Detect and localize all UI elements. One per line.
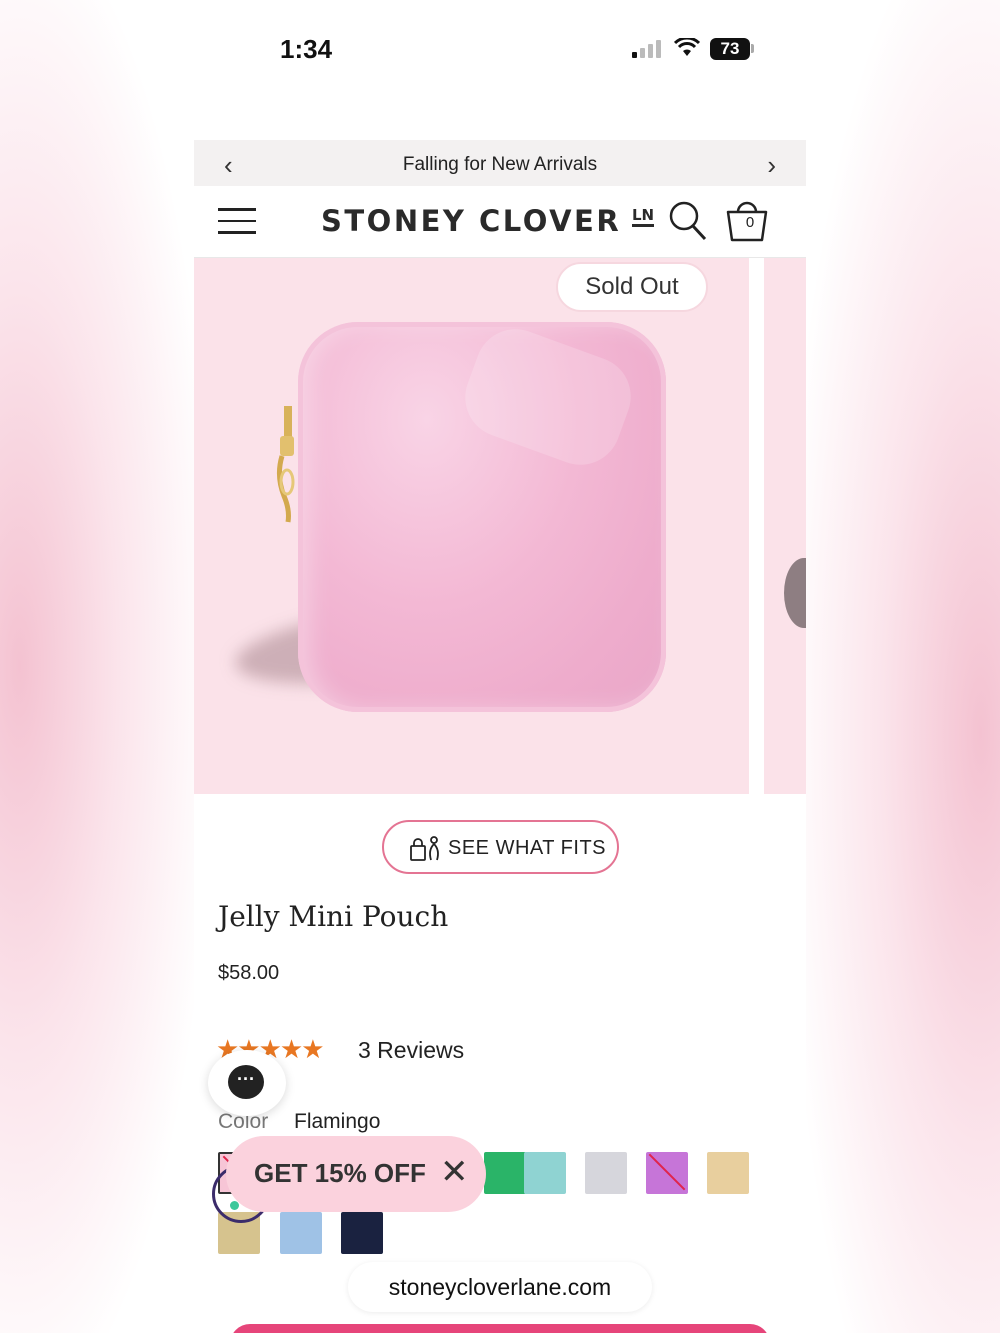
background-right — [806, 0, 1000, 1333]
bag-person-icon — [410, 836, 439, 861]
next-product-shape — [784, 558, 806, 628]
pouch-sheen — [454, 317, 642, 477]
product-price: $58.00 — [218, 962, 280, 984]
status-time: 1:34 — [280, 34, 333, 64]
next-product-image[interactable] — [764, 258, 806, 794]
color-swatch-sky-blue[interactable] — [280, 1212, 322, 1254]
color-swatch-navy[interactable] — [341, 1212, 383, 1254]
chat-button[interactable]: ··· — [208, 1050, 286, 1116]
zipper-pull-icon — [276, 406, 295, 523]
search-icon[interactable] — [668, 200, 708, 242]
chat-icon: ··· — [228, 1065, 264, 1099]
product-title: Jelly Mini Pouch — [218, 900, 449, 933]
add-to-bag-button[interactable] — [230, 1324, 770, 1333]
pouch-graphic — [298, 317, 666, 712]
color-swatch-purple[interactable] — [646, 1152, 688, 1194]
status-bar: 1:34 73 — [194, 0, 806, 140]
logo-mark[interactable]: LN — [632, 206, 655, 227]
menu-icon[interactable] — [218, 208, 256, 236]
color-swatch-green[interactable] — [484, 1152, 526, 1194]
signal-icon — [632, 40, 661, 58]
site-header: STONEY CLOVER LN 0 — [194, 186, 806, 258]
logo[interactable]: STONEY CLOVER — [321, 204, 621, 238]
promo-banner[interactable]: GET 15% OFF ✕ — [226, 1136, 486, 1212]
browser-url[interactable]: stoneycloverlane.com — [348, 1262, 652, 1312]
see-what-fits-button[interactable]: SEE WHAT FITS — [382, 820, 619, 874]
cart-count: 0 — [745, 214, 755, 231]
phone-screen: 1:34 73 ‹ Falling for New Arrivals › STO… — [194, 0, 806, 1333]
product-image[interactable] — [194, 258, 749, 794]
color-swatch-silver[interactable] — [585, 1152, 627, 1194]
battery-cap — [751, 44, 754, 53]
chevron-right-icon[interactable]: › — [767, 150, 776, 181]
announcement-text[interactable]: Falling for New Arrivals — [194, 154, 806, 176]
rewards-dot — [230, 1201, 239, 1210]
close-icon[interactable]: ✕ — [440, 1152, 469, 1192]
color-swatch-gold-light[interactable] — [707, 1152, 749, 1194]
see-what-fits-label: SEE WHAT FITS — [448, 837, 606, 859]
announcement-bar: ‹ Falling for New Arrivals › — [194, 140, 806, 186]
wifi-icon — [674, 38, 700, 56]
background-left — [0, 0, 194, 1333]
color-value: Flamingo — [294, 1110, 381, 1133]
color-swatch-aqua[interactable] — [524, 1152, 566, 1194]
promo-text[interactable]: GET 15% OFF — [254, 1158, 426, 1189]
sold-out-badge: Sold Out — [556, 262, 708, 312]
reviews-link[interactable]: 3 Reviews — [358, 1037, 464, 1064]
battery-icon: 73 — [710, 38, 750, 60]
